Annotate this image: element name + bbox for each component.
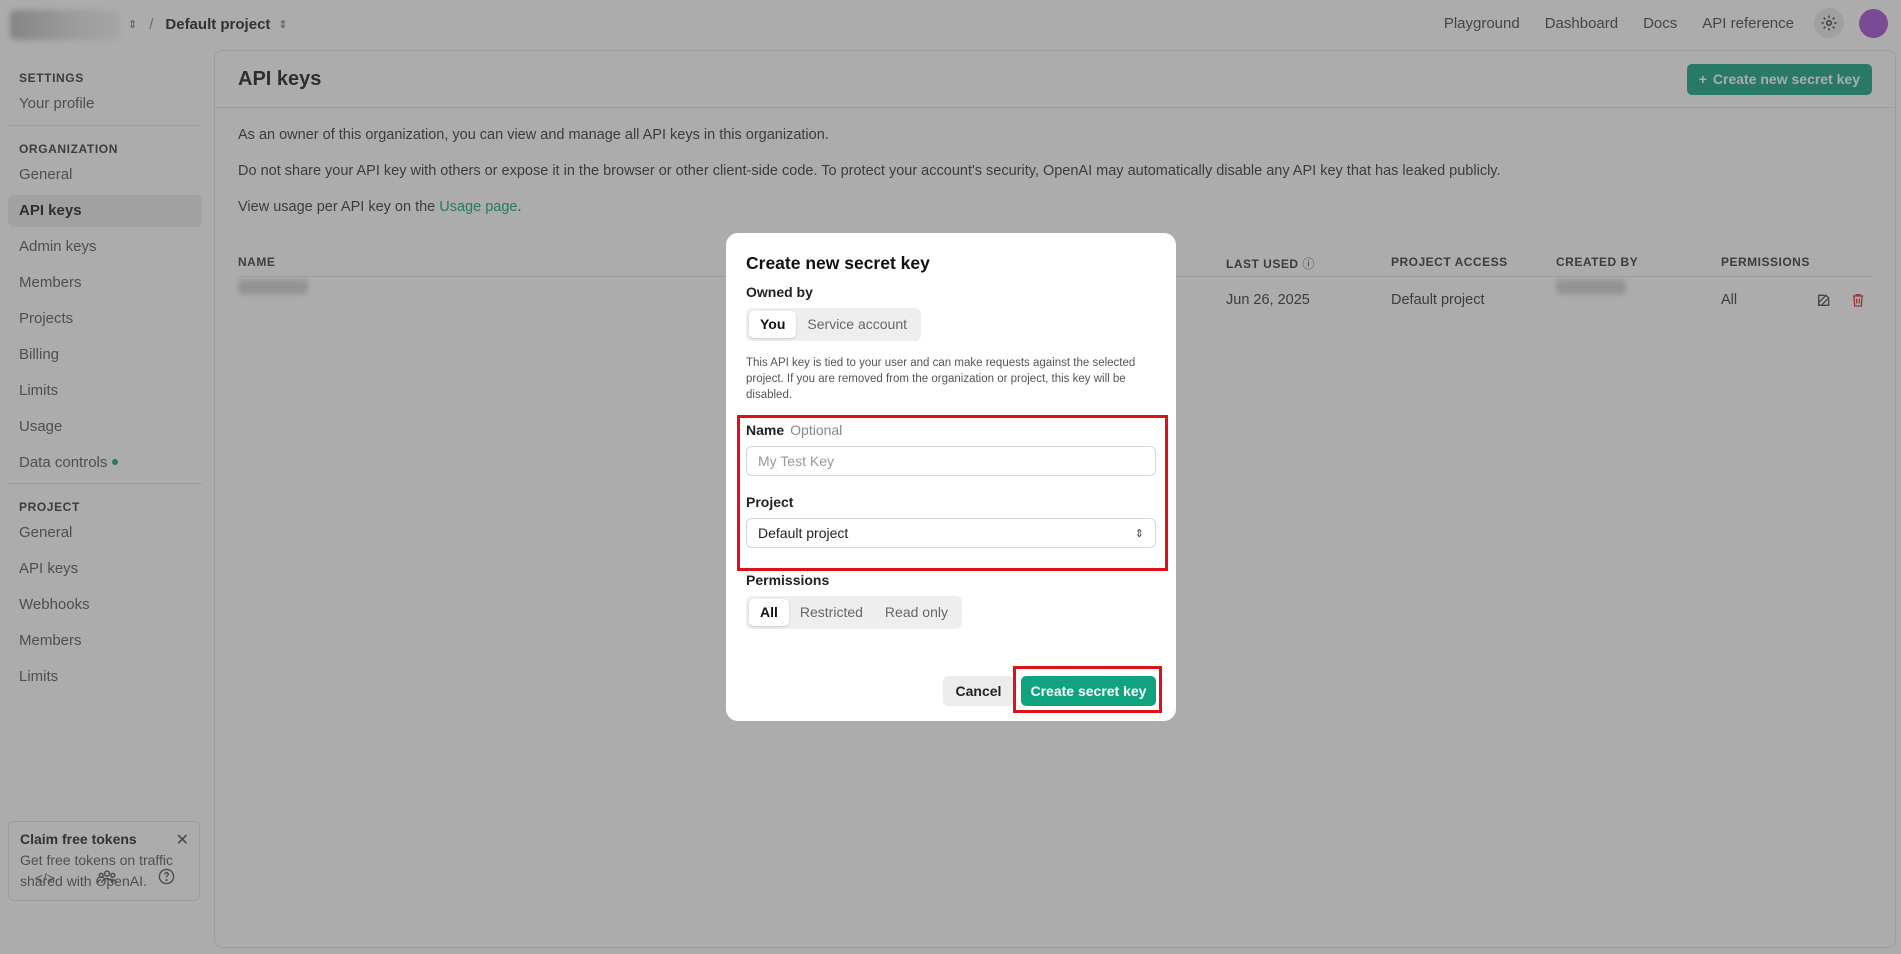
dialog-title: Create new secret key [746,253,930,273]
owner-you-option[interactable]: You [749,311,797,338]
permission-restricted-option[interactable]: Restricted [789,599,874,626]
owned-by-label: Owned by [746,284,813,300]
owned-by-toggle: You Service account [746,308,922,341]
highlight-box-create-button [1013,666,1162,713]
permission-all-option[interactable]: All [749,599,789,626]
permissions-toggle: All Restricted Read only [746,596,962,629]
highlight-box-name-project [737,415,1168,571]
permissions-label: Permissions [746,572,830,588]
owner-service-account-option[interactable]: Service account [796,311,918,338]
cancel-button[interactable]: Cancel [943,676,1014,706]
permission-read-only-option[interactable]: Read only [874,599,959,626]
owner-description: This API key is tied to your user and ca… [746,357,1136,401]
